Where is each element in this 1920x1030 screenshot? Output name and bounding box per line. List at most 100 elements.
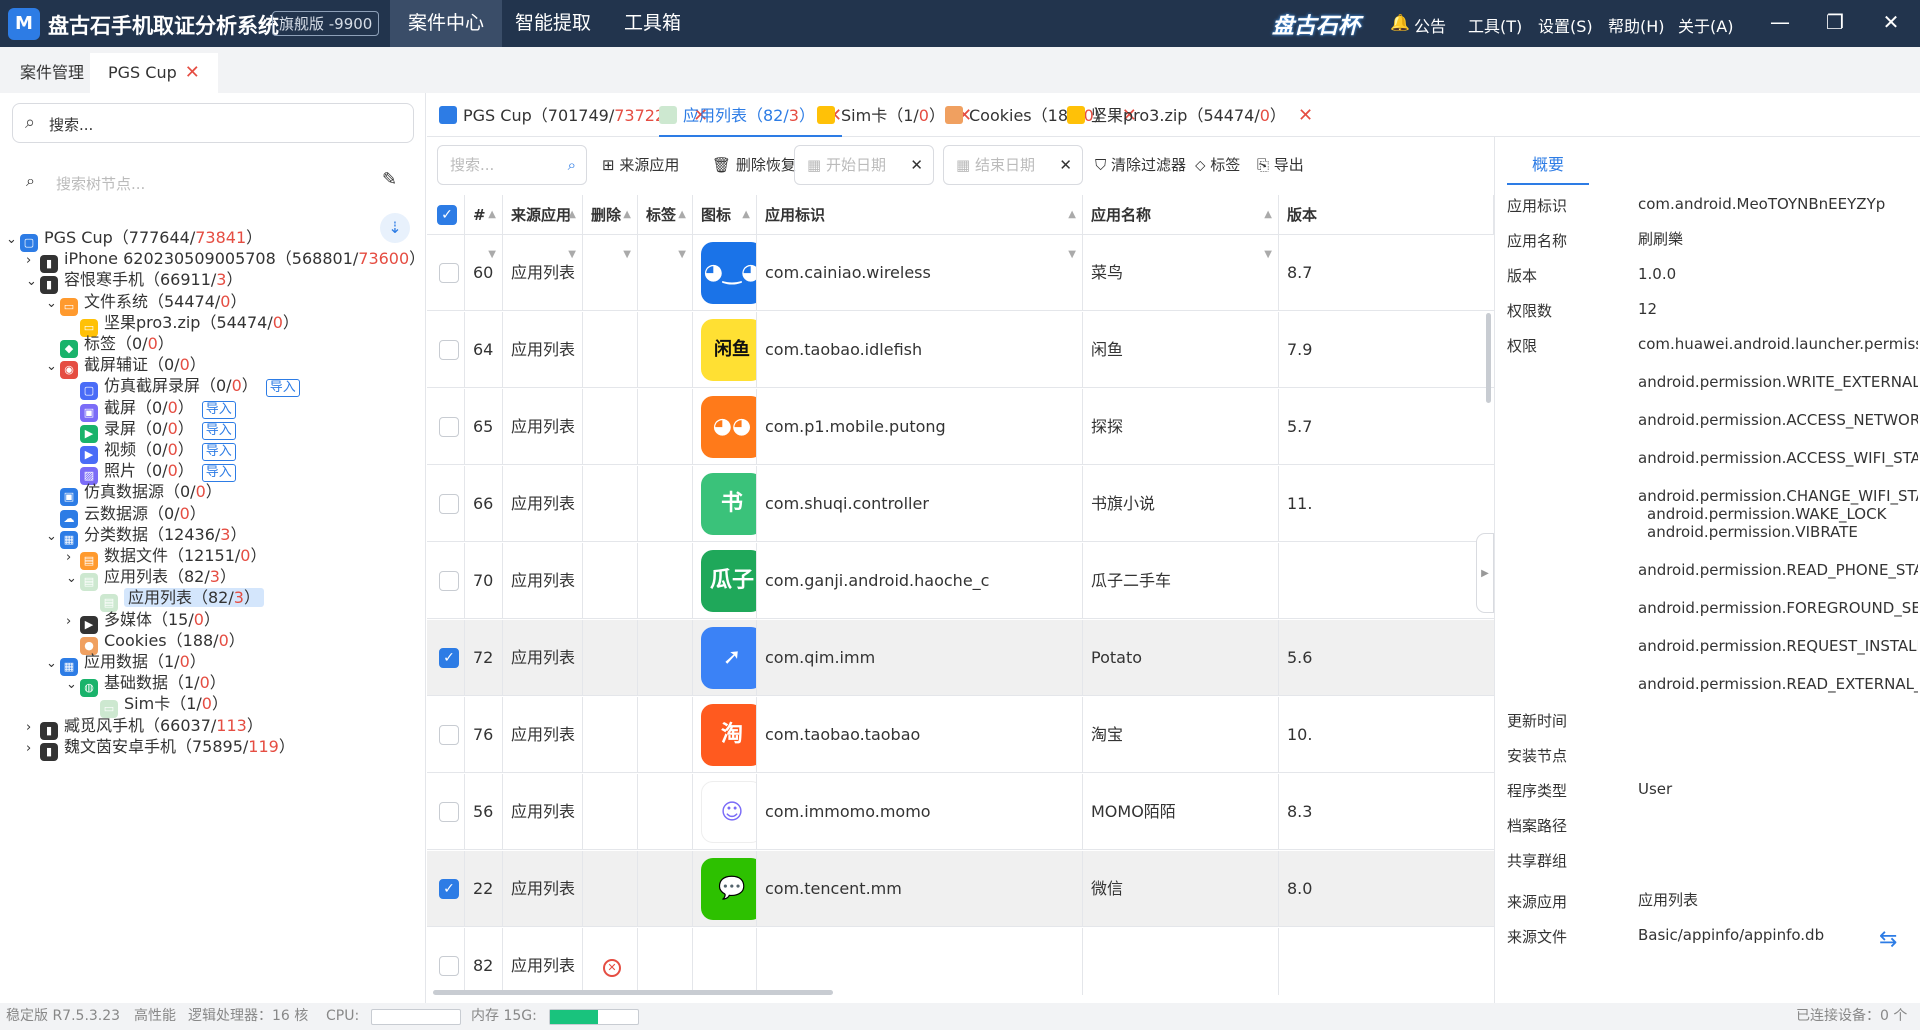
field-label: 版本 xyxy=(1507,267,1538,285)
table-row[interactable]: 56 应用列表 ☺ com.immomo.momo MOMO陌陌 8.3 xyxy=(427,774,1494,850)
horizontal-scrollbar[interactable] xyxy=(433,990,833,995)
chevron-right-icon[interactable]: › xyxy=(26,736,40,762)
node-count-tail: ） xyxy=(409,249,426,269)
connected-devices: 已连接设备：0 个 xyxy=(1796,1008,1908,1024)
column-header[interactable]: # ▲ ▼ xyxy=(465,195,503,260)
table-row[interactable]: 65 应用列表 ◕◕ com.p1.mobile.putong 探探 5.7 xyxy=(427,389,1494,465)
chevron-down-icon[interactable]: ⌄ xyxy=(66,566,80,592)
close-icon[interactable]: ✕ xyxy=(1876,10,1906,34)
menu-settings[interactable]: 设置(S) xyxy=(1538,13,1593,37)
left-panel: ⌕ 搜索... ⌕ 搜索树节点... ✎ ⇣ ⌄ ▢ PGS Cup（777644/… xyxy=(0,93,426,1003)
table-search-input[interactable]: 搜索... ⌕ xyxy=(437,145,587,185)
table-row[interactable]: 66 应用列表 书 com.shuqi.controller 书旗小说 11. xyxy=(427,466,1494,542)
minimize-icon[interactable]: — xyxy=(1765,10,1795,34)
restore-icon[interactable]: ❐ xyxy=(1820,10,1850,34)
table-row[interactable]: ✓ 72 应用列表 ➚ com.qim.imm Potato 5.6 xyxy=(427,620,1494,696)
bell-icon[interactable]: 🔔 xyxy=(1390,13,1410,32)
tag-cell xyxy=(638,774,693,850)
column-header[interactable]: 版本 xyxy=(1279,195,1494,235)
row-checkbox[interactable] xyxy=(439,340,459,360)
menu-tools[interactable]: 工具(T) xyxy=(1468,13,1522,37)
menu-toolbox[interactable]: 工具箱 xyxy=(606,0,699,47)
content-tab[interactable]: 坚果pro3.zip（54474/0） ✕ xyxy=(1067,101,1313,137)
row-checkbox[interactable] xyxy=(439,956,459,976)
menu-announcement[interactable]: 公告 xyxy=(1414,13,1446,37)
brush-icon[interactable]: ✎ xyxy=(382,169,397,190)
row-checkbox[interactable] xyxy=(439,263,459,283)
tab-label-tail: ） xyxy=(1269,106,1286,125)
row-checkbox[interactable] xyxy=(439,802,459,822)
clear-icon[interactable]: ✕ xyxy=(910,146,923,184)
cores-label: 逻辑处理器：16 核 xyxy=(188,1008,309,1024)
menu-case-center[interactable]: 案件中心 xyxy=(390,0,503,47)
version-label: 稳定版 R7.5.3.23 xyxy=(6,1008,121,1024)
column-header[interactable]: 标签 ▲ ▼ xyxy=(638,195,693,260)
node-count: 多媒体（15/ xyxy=(104,609,194,629)
chevron-down-icon[interactable]: ⌄ xyxy=(6,227,20,253)
tag-button[interactable]: ⬦ 标签 xyxy=(1195,145,1240,185)
column-header[interactable]: 应用名称 ▲ ▼ xyxy=(1083,195,1279,260)
row-checkbox[interactable] xyxy=(439,494,459,514)
import-button[interactable]: 导入 xyxy=(265,379,300,398)
chevron-down-icon[interactable]: ⌄ xyxy=(46,524,60,550)
select-all-checkbox[interactable]: ✓ xyxy=(437,205,457,225)
deleted-cell xyxy=(583,312,638,388)
app-icon: 瓜子 xyxy=(701,550,756,612)
source-app-button[interactable]: ⊞ 来源应用 xyxy=(602,145,679,185)
menu-help[interactable]: 帮助(H) xyxy=(1608,13,1665,37)
header-label: 来源应用 xyxy=(511,206,572,224)
delete-restore-button[interactable]: 🗑 删除恢复 xyxy=(712,145,796,185)
tree-search[interactable]: ⌕ 搜索树节点... ✎ xyxy=(0,161,426,201)
menu-smart-extract[interactable]: 智能提取 xyxy=(497,0,609,47)
clear-filter-button[interactable]: ⛉ 清除过滤器 xyxy=(1095,145,1186,185)
row-checkbox[interactable] xyxy=(439,417,459,437)
close-tab-icon[interactable]: ✕ xyxy=(185,62,200,83)
chevron-down-icon[interactable]: ⌄ xyxy=(66,672,80,698)
app-id-cell: com.ganji.android.haoche_c xyxy=(757,543,1083,619)
column-header[interactable]: 删除 ▲ ▼ xyxy=(583,195,638,260)
permission-value: android.permission.ACCESS_NETWOR xyxy=(1638,411,1918,429)
tab-label: 坚果pro3.zip（54474/ xyxy=(1091,106,1260,125)
content-tab[interactable]: 应用列表（82/3）✕ xyxy=(659,101,843,137)
table-row[interactable]: 70 应用列表 瓜子 com.ganji.android.haoche_c 瓜子二手车 xyxy=(427,543,1494,619)
app-icon: ➚ xyxy=(701,627,756,689)
tag-cell xyxy=(638,697,693,773)
row-checkbox[interactable] xyxy=(439,571,459,591)
source-app-cell: 应用列表 xyxy=(503,774,583,850)
app-id-cell: com.immomo.momo xyxy=(757,774,1083,850)
field-value: com.android.MeoTOYNBnEEYZYp xyxy=(1638,195,1886,213)
refresh-icon[interactable]: ⇆ xyxy=(1879,927,1897,952)
table-row[interactable]: 82 应用列表 ✕ xyxy=(427,928,1494,995)
collapse-all-button[interactable]: ⇣ xyxy=(380,213,410,243)
menu-about[interactable]: 关于(A) xyxy=(1678,13,1733,37)
row-checkbox[interactable] xyxy=(439,725,459,745)
end-date-input[interactable]: ▦ 结束日期 ✕ xyxy=(943,145,1083,185)
table-row[interactable]: 76 应用列表 淘 com.taobao.taobao 淘宝 10. xyxy=(427,697,1494,773)
app-icon: ◕‿◕ xyxy=(701,242,756,304)
start-date-input[interactable]: ▦ 开始日期 ✕ xyxy=(794,145,934,185)
tree-node[interactable]: › ▮ 魏文茵安卓手机（75895/119） xyxy=(26,734,295,762)
node-count: Sim卡（1/ xyxy=(124,694,202,714)
chevron-down-icon[interactable]: ⌄ xyxy=(46,291,60,317)
chevron-down-icon[interactable]: ⌄ xyxy=(46,354,60,380)
column-header[interactable]: 图标▲▼ xyxy=(693,195,757,260)
column-header[interactable]: 应用标识 ▲ ▼ xyxy=(757,195,1083,260)
export-button[interactable]: ⎘ 导出 xyxy=(1257,145,1494,185)
row-checkbox[interactable]: ✓ xyxy=(439,879,459,899)
vertical-scrollbar[interactable] xyxy=(1486,313,1491,403)
chevron-down-icon[interactable]: ⌄ xyxy=(26,269,40,295)
table-row[interactable]: 64 应用列表 闲鱼 com.taobao.idlefish 闲鱼 7.9 xyxy=(427,312,1494,388)
expand-panel-handle[interactable]: ▶ xyxy=(1476,533,1494,613)
close-tab-icon[interactable]: ✕ xyxy=(1298,105,1313,126)
tab-summary[interactable]: 概要 xyxy=(1507,145,1589,185)
case-search-input[interactable]: ⌕ 搜索... xyxy=(12,103,414,143)
table-row[interactable]: 60 应用列表 ◕‿◕ com.cainiao.wireless 菜鸟 8.7 xyxy=(427,235,1494,311)
tab-pgs-cup[interactable]: PGS Cup ✕ xyxy=(90,53,218,93)
tab-case-management[interactable]: 案件管理 xyxy=(2,53,102,93)
chevron-down-icon[interactable]: ⌄ xyxy=(46,651,60,677)
table-row[interactable]: ✓ 22 应用列表 💬 com.tencent.mm 微信 8.0 xyxy=(427,851,1494,927)
clear-icon[interactable]: ✕ xyxy=(1059,146,1072,184)
column-header[interactable]: 来源应用 ▲ ▼ xyxy=(503,195,583,260)
tree-node-label: 仿真数据源（0/0） xyxy=(84,482,222,501)
row-checkbox[interactable]: ✓ xyxy=(439,648,459,668)
